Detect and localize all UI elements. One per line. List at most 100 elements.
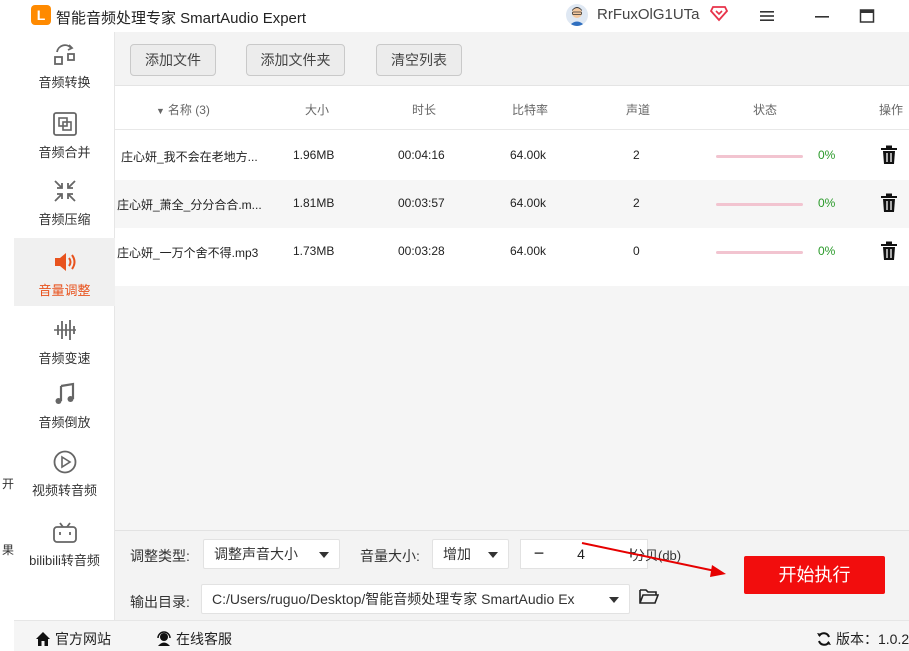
video-icon — [53, 450, 76, 474]
file-channels: 0 — [633, 244, 640, 258]
annotation-arrow — [581, 542, 726, 577]
footer: 官方网站 在线客服 版本：1.0.2 — [14, 620, 909, 651]
username[interactable]: RrFuxOlG1UTa — [597, 6, 700, 23]
website-link[interactable]: 官方网站 — [35, 629, 111, 649]
file-channels: 2 — [633, 148, 640, 162]
minimize-icon[interactable] — [812, 6, 832, 26]
output-dir-select[interactable]: C:/Users/ruguo/Desktop/智能音频处理专家 SmartAud… — [201, 584, 630, 614]
file-name: 庄心妍_我不会在老地方... — [121, 150, 258, 164]
file-name: 庄心妍_一万个舍不得.mp3 — [117, 246, 259, 260]
merge-icon — [52, 112, 77, 136]
edge-text: 开 — [2, 477, 15, 491]
table-row[interactable]: 庄心妍_我不会在老地方... 1.96MB 00:04:16 64.00k 2 … — [115, 132, 909, 180]
progress-bar — [716, 155, 803, 158]
sidebar-item-merge[interactable]: 音频合并 — [14, 110, 115, 170]
avatar[interactable] — [566, 4, 588, 26]
maximize-icon[interactable] — [857, 6, 877, 26]
progress-text: 0% — [818, 196, 836, 210]
column-header-bitrate: 比特率 — [512, 103, 549, 117]
app-window: U 开 果: L 智能音频处理专家 SmartAudio Expert RrFu… — [0, 0, 909, 651]
sidebar-item-reverse[interactable]: 音频倒放 — [14, 380, 115, 442]
refresh-icon — [817, 632, 831, 646]
start-button[interactable]: 开始执行 — [744, 556, 885, 594]
adjust-type-label: 调整类型: — [130, 548, 190, 564]
sidebar-item-bilibili[interactable]: bilibili转音频 — [14, 518, 115, 584]
file-duration: 00:04:16 — [398, 148, 445, 162]
adjust-type-select[interactable]: 调整声音大小 — [203, 539, 340, 569]
sidebar-item-label: bilibili转音频 — [29, 553, 100, 568]
column-header-name[interactable]: ▼ 名称 (3) — [156, 101, 210, 118]
file-bitrate: 64.00k — [510, 196, 547, 210]
support-link[interactable]: 在线客服 — [156, 629, 232, 649]
add-folder-button[interactable]: 添加文件夹 — [246, 44, 345, 76]
chevron-down-icon — [609, 597, 619, 603]
reverse-icon — [55, 382, 74, 404]
folder-icon[interactable] — [639, 587, 659, 605]
file-duration: 00:03:28 — [398, 244, 445, 258]
file-bitrate: 64.00k — [510, 148, 547, 162]
column-header-channels: 声道 — [626, 103, 651, 117]
progress-bar — [716, 251, 803, 254]
main-panel: 添加文件 添加文件夹 清空列表 ▼ 名称 (3) 大小 时长 比特率 声道 状态 … — [115, 32, 909, 620]
file-channels: 2 — [633, 196, 640, 210]
chevron-down-icon — [319, 552, 329, 558]
file-bitrate: 64.00k — [510, 244, 547, 258]
bilibili-icon — [52, 522, 77, 543]
table-row[interactable]: 庄心妍_萧全_分分合合.m... 1.81MB 00:03:57 64.00k … — [115, 180, 909, 228]
volume-icon — [54, 253, 75, 271]
volume-label: 音量大小: — [360, 548, 420, 564]
volume-mode-select[interactable]: 增加 — [432, 539, 509, 569]
sidebar-item-label: 音频转换 — [38, 75, 91, 90]
table-header: ▼ 名称 (3) 大小 时长 比特率 声道 状态 操作 — [115, 86, 909, 130]
speed-icon — [53, 320, 76, 340]
column-header-size: 大小 — [305, 103, 330, 117]
file-duration: 00:03:57 — [398, 196, 445, 210]
decrement-button[interactable]: − — [525, 540, 553, 568]
background-window-edge: U 开 果: — [0, 0, 17, 651]
file-table: ▼ 名称 (3) 大小 时长 比特率 声道 状态 操作 庄心妍_我不会在老地方..… — [115, 86, 909, 286]
app-logo: L — [31, 5, 51, 25]
sort-desc-icon: ▼ — [156, 106, 165, 116]
toolbar: 添加文件 添加文件夹 清空列表 — [115, 32, 909, 86]
column-header-duration: 时长 — [412, 103, 437, 117]
convert-icon — [53, 44, 75, 65]
trash-icon[interactable] — [880, 193, 898, 213]
version-info[interactable]: 版本：1.0.2 — [816, 629, 909, 649]
sidebar-item-speed[interactable]: 音频变速 — [14, 316, 115, 378]
output-dir-label: 输出目录: — [130, 594, 190, 610]
progress-text: 0% — [818, 244, 836, 258]
compress-icon — [53, 180, 76, 202]
sidebar-item-volume[interactable]: 音量调整 — [14, 238, 115, 306]
sidebar: 音频转换 音频合并 音频压缩 音量调整 音频变速 音频倒放 视频转音频 bili… — [14, 32, 115, 620]
sidebar-item-compress[interactable]: 音频压缩 — [14, 177, 115, 239]
file-size: 1.73MB — [293, 244, 335, 258]
file-name: 庄心妍_萧全_分分合合.m... — [117, 198, 262, 212]
file-size: 1.81MB — [293, 196, 335, 210]
app-title: 智能音频处理专家 SmartAudio Expert — [56, 10, 307, 27]
home-icon — [36, 632, 50, 646]
clear-list-button[interactable]: 清空列表 — [376, 44, 462, 76]
settings-panel: 调整类型: 调整声音大小 音量大小: 增加 − 4 + 分贝(db) 开始执行 … — [115, 530, 909, 620]
sidebar-item-label: 视频转音频 — [31, 483, 97, 498]
sidebar-item-label: 音频压缩 — [38, 212, 91, 227]
trash-icon[interactable] — [880, 241, 898, 261]
progress-text: 0% — [818, 148, 836, 162]
progress-bar — [716, 203, 803, 206]
sidebar-item-label: 音频合并 — [38, 145, 91, 160]
column-header-actions: 操作 — [879, 103, 904, 117]
headset-icon — [157, 631, 171, 646]
file-size: 1.96MB — [293, 148, 335, 162]
trash-icon[interactable] — [880, 145, 898, 165]
table-row[interactable]: 庄心妍_一万个舍不得.mp3 1.73MB 00:03:28 64.00k 0 … — [115, 228, 909, 276]
sidebar-item-label: 音量调整 — [38, 283, 91, 298]
vip-diamond-icon[interactable] — [710, 4, 728, 22]
column-header-status: 状态 — [753, 103, 778, 117]
sidebar-item-convert[interactable]: 音频转换 — [14, 40, 115, 106]
title-bar: L 智能音频处理专家 SmartAudio Expert RrFuxOlG1UT… — [0, 0, 909, 32]
add-file-button[interactable]: 添加文件 — [130, 44, 216, 76]
sidebar-item-label: 音频变速 — [38, 351, 91, 366]
sidebar-item-label: 音频倒放 — [38, 415, 91, 430]
menu-icon[interactable] — [757, 6, 777, 26]
sidebar-item-video-to-audio[interactable]: 视频转音频 — [14, 448, 115, 514]
chevron-down-icon — [488, 552, 498, 558]
